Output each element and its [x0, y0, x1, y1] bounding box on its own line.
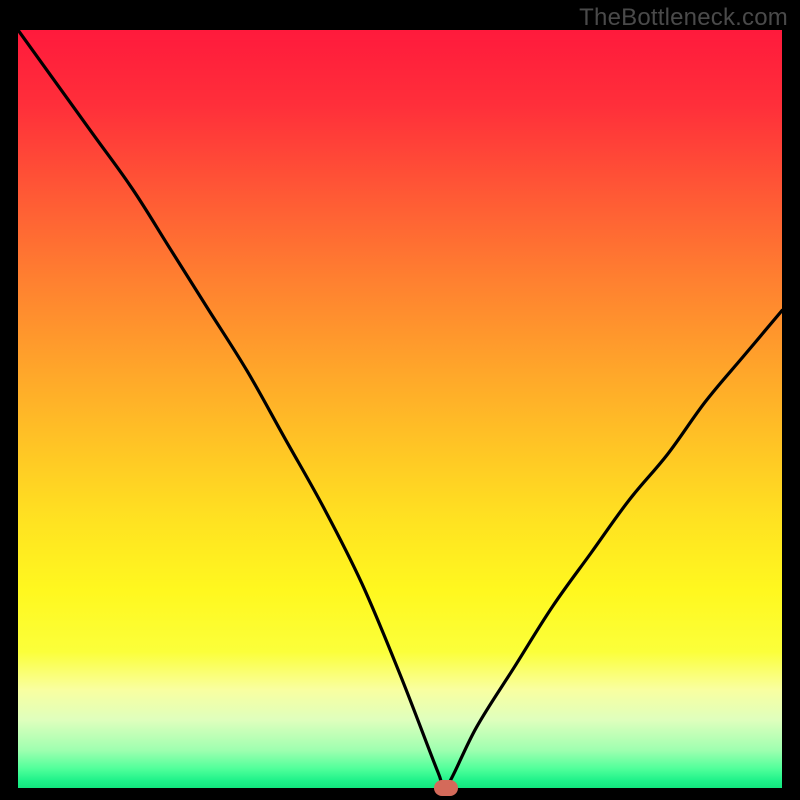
chart-frame: TheBottleneck.com [0, 0, 800, 800]
bottleneck-curve [18, 30, 782, 788]
watermark-text: TheBottleneck.com [579, 4, 788, 32]
optimum-marker [434, 780, 458, 796]
plot-area [18, 30, 782, 788]
